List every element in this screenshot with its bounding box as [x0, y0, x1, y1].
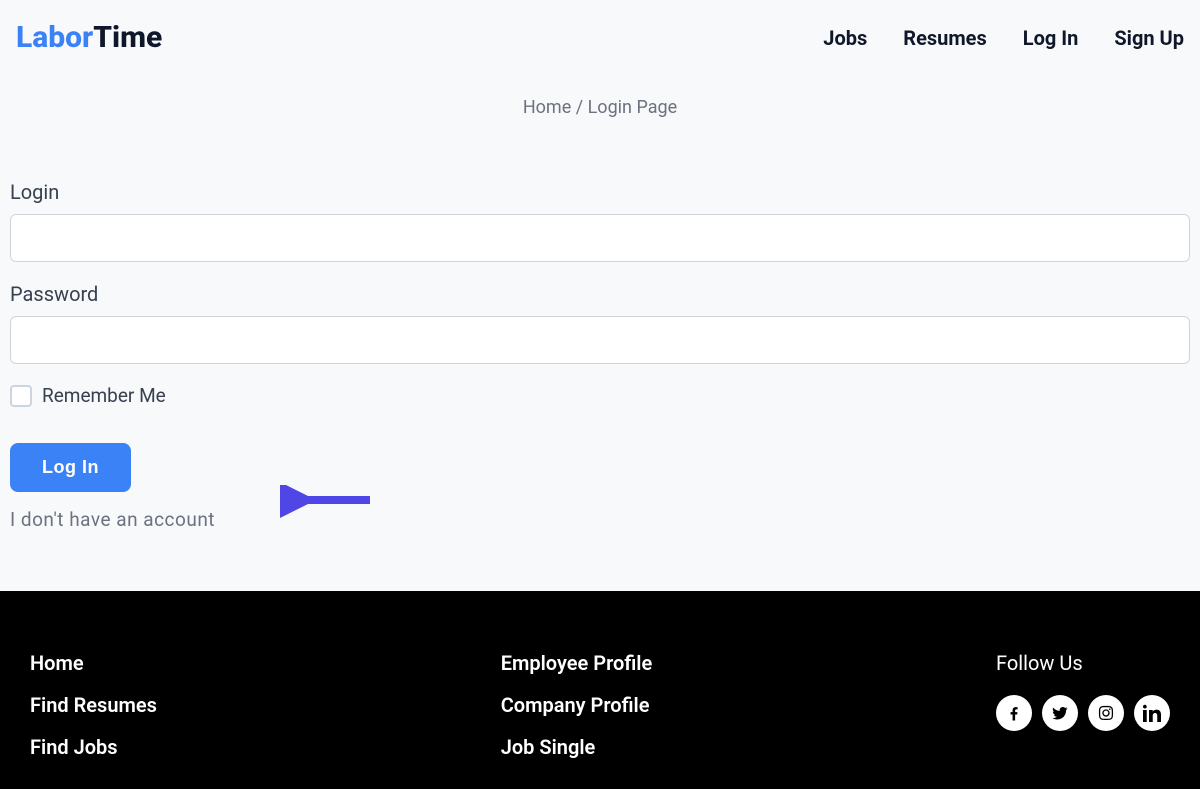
social-icons — [996, 695, 1170, 731]
breadcrumb-separator: / — [571, 97, 587, 118]
no-account-link[interactable]: I don't have an account — [10, 508, 1190, 531]
instagram-icon[interactable] — [1088, 695, 1124, 731]
login-button[interactable]: Log In — [10, 443, 131, 492]
nav-signup[interactable]: Sign Up — [1114, 26, 1184, 50]
remember-checkbox[interactable] — [10, 385, 32, 407]
footer-col-1: Home Find Resumes Find Jobs — [30, 651, 157, 759]
remember-row: Remember Me — [10, 384, 1190, 407]
footer-link-find-resumes[interactable]: Find Resumes — [30, 693, 157, 717]
login-form: Login Password Remember Me Log In I don'… — [0, 140, 1200, 561]
facebook-icon[interactable] — [996, 695, 1032, 731]
login-input[interactable] — [10, 214, 1190, 262]
footer: Home Find Resumes Find Jobs Employee Pro… — [0, 591, 1200, 789]
footer-link-job-single[interactable]: Job Single — [501, 735, 653, 759]
password-input[interactable] — [10, 316, 1190, 364]
nav-resumes[interactable]: Resumes — [903, 26, 987, 50]
breadcrumb-current: Login Page — [588, 97, 678, 118]
logo-part-1: Labor — [16, 20, 93, 55]
footer-link-find-jobs[interactable]: Find Jobs — [30, 735, 157, 759]
footer-link-company-profile[interactable]: Company Profile — [501, 693, 653, 717]
login-label: Login — [10, 180, 1190, 204]
nav-login[interactable]: Log In — [1023, 26, 1079, 50]
footer-col-2: Employee Profile Company Profile Job Sin… — [501, 651, 653, 759]
breadcrumb: Home / Login Page — [0, 75, 1200, 140]
twitter-icon[interactable] — [1042, 695, 1078, 731]
header: LaborTime Jobs Resumes Log In Sign Up — [0, 0, 1200, 75]
breadcrumb-home[interactable]: Home — [523, 97, 571, 118]
follow-label: Follow Us — [996, 651, 1170, 675]
footer-link-employee-profile[interactable]: Employee Profile — [501, 651, 653, 675]
logo[interactable]: LaborTime — [16, 20, 162, 55]
linkedin-icon[interactable] — [1134, 695, 1170, 731]
footer-social: Follow Us — [996, 651, 1170, 759]
main-nav: Jobs Resumes Log In Sign Up — [823, 26, 1184, 50]
nav-jobs[interactable]: Jobs — [823, 26, 867, 50]
password-label: Password — [10, 282, 1190, 306]
logo-part-2: Time — [93, 20, 162, 55]
footer-link-home[interactable]: Home — [30, 651, 157, 675]
remember-label: Remember Me — [42, 384, 166, 407]
